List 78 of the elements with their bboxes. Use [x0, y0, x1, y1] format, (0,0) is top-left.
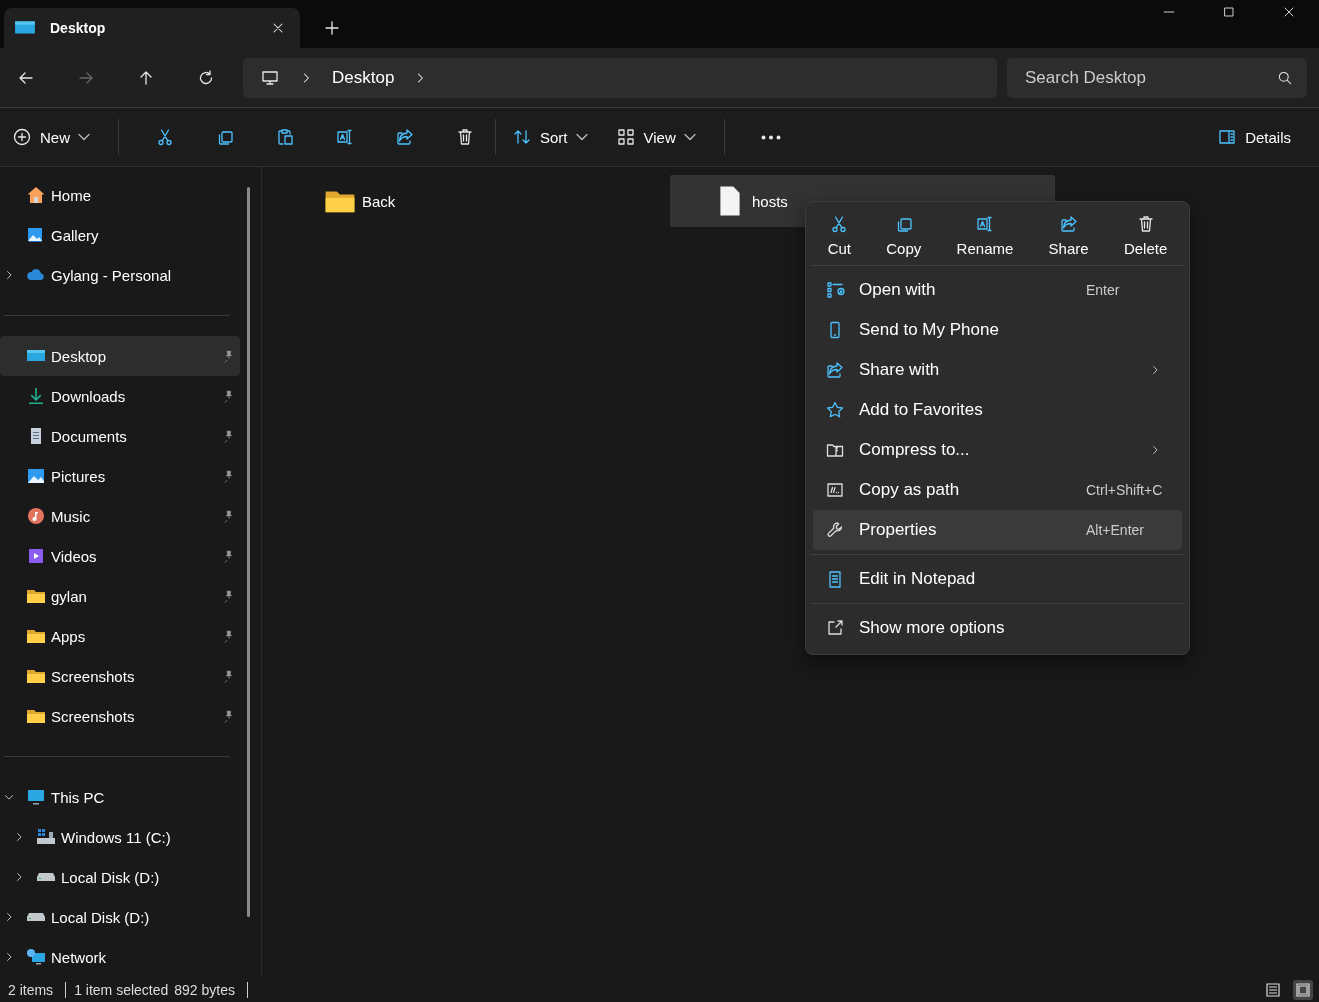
maximize-icon[interactable]	[1221, 4, 1237, 20]
tiles-view-icon[interactable]	[1293, 980, 1313, 1000]
rename-icon	[974, 214, 995, 234]
sidebar-item[interactable]: Gylang - Personal	[0, 255, 240, 295]
view-button[interactable]: View	[615, 117, 706, 157]
sidebar-item[interactable]: Apps	[0, 616, 240, 656]
search-field[interactable]: Search Desktop	[1007, 57, 1307, 98]
sort-button[interactable]: Sort	[512, 117, 598, 157]
menu-item[interactable]: Add to Favorites	[813, 390, 1182, 430]
sidebar-item[interactable]: Pictures	[0, 456, 240, 496]
breadcrumb-item[interactable]: Desktop	[332, 67, 395, 88]
status-text: 892 bytes	[174, 982, 235, 998]
show-more-icon	[825, 618, 845, 638]
wrench-icon	[825, 520, 845, 540]
search-icon	[1277, 69, 1293, 86]
shortcut-text: Alt+Enter	[1086, 522, 1145, 538]
sidebar-item[interactable]: Local Disk (D:)	[0, 897, 240, 937]
sidebar-item[interactable]: gylan	[0, 576, 240, 616]
sidebar-item[interactable]: Windows 11 (C:)	[0, 817, 240, 857]
status-text: 2 items	[8, 982, 54, 998]
video-icon	[26, 546, 46, 566]
network-icon	[26, 947, 46, 967]
scrollbar[interactable]	[247, 187, 250, 917]
menu-item[interactable]: Share with	[813, 350, 1182, 390]
home-icon	[26, 185, 46, 205]
sidebar-item[interactable]: Documents	[0, 416, 240, 456]
new-button[interactable]: New	[12, 117, 100, 157]
share-icon	[825, 360, 845, 380]
window-tab[interactable]: Desktop	[4, 8, 300, 48]
cut-button[interactable]: Cut	[823, 214, 855, 257]
sidebar-item[interactable]: Videos	[0, 536, 240, 576]
sidebar-item[interactable]: Network	[0, 937, 240, 977]
rename-icon	[335, 127, 355, 147]
status-text: 1 item selected	[74, 982, 169, 998]
details-button[interactable]: Details	[1217, 117, 1301, 157]
menu-item[interactable]: Show more options	[813, 608, 1182, 648]
sidebar-item[interactable]: Local Disk (D:)	[0, 857, 240, 897]
drive-icon	[36, 872, 56, 882]
sidebar-item[interactable]: Downloads	[0, 376, 240, 416]
download-icon	[26, 386, 46, 406]
more-icon	[760, 134, 781, 140]
menu-item[interactable]: Edit in Notepad	[813, 559, 1182, 599]
shortcut-text: Ctrl+Shift+C	[1086, 482, 1164, 498]
drive-icon	[26, 912, 46, 922]
music-icon	[26, 506, 46, 526]
rename-button[interactable]: Rename	[952, 214, 1018, 257]
menu-item[interactable]: Compress to...	[813, 430, 1182, 470]
share-icon	[1058, 214, 1079, 234]
paste-icon	[275, 127, 295, 147]
new-icon	[12, 127, 32, 147]
shortcut-text: Enter	[1086, 282, 1121, 298]
sidebar-item[interactable]: Screenshots	[0, 696, 240, 736]
picture-icon	[26, 466, 46, 486]
path-icon	[825, 480, 845, 500]
sidebar-item[interactable]: Gallery	[0, 215, 240, 255]
sidebar-item[interactable]: Music	[0, 496, 240, 536]
share-button[interactable]: Share	[1044, 214, 1093, 257]
delete-button[interactable]: Delete	[1119, 214, 1172, 257]
address-bar[interactable]: Desktop	[243, 57, 997, 98]
details-pane-icon	[1217, 127, 1238, 147]
drive-c-icon	[36, 827, 56, 847]
menu-item[interactable]: Send to My Phone	[813, 310, 1182, 350]
sidebar-item[interactable]: Screenshots	[0, 656, 240, 696]
sidebar-item[interactable]: Home	[0, 175, 240, 215]
share-icon	[395, 127, 415, 147]
open-with-icon	[825, 280, 845, 300]
sidebar-item[interactable]: Desktop	[0, 336, 240, 376]
file-item[interactable]: Back	[280, 175, 665, 227]
menu-item[interactable]: Open with Enter	[813, 270, 1182, 310]
copy-button[interactable]: Copy	[882, 214, 926, 257]
list-view-icon[interactable]	[1263, 980, 1283, 1000]
menu-item[interactable]: Copy as path Ctrl+Shift+C	[813, 470, 1182, 510]
view-icon	[615, 127, 636, 147]
menu-item[interactable]: Properties Alt+Enter	[813, 510, 1182, 550]
sidebar-item[interactable]: This PC	[0, 777, 240, 817]
cut-icon	[155, 127, 175, 147]
pc-icon	[26, 787, 46, 807]
star-icon	[825, 400, 845, 420]
